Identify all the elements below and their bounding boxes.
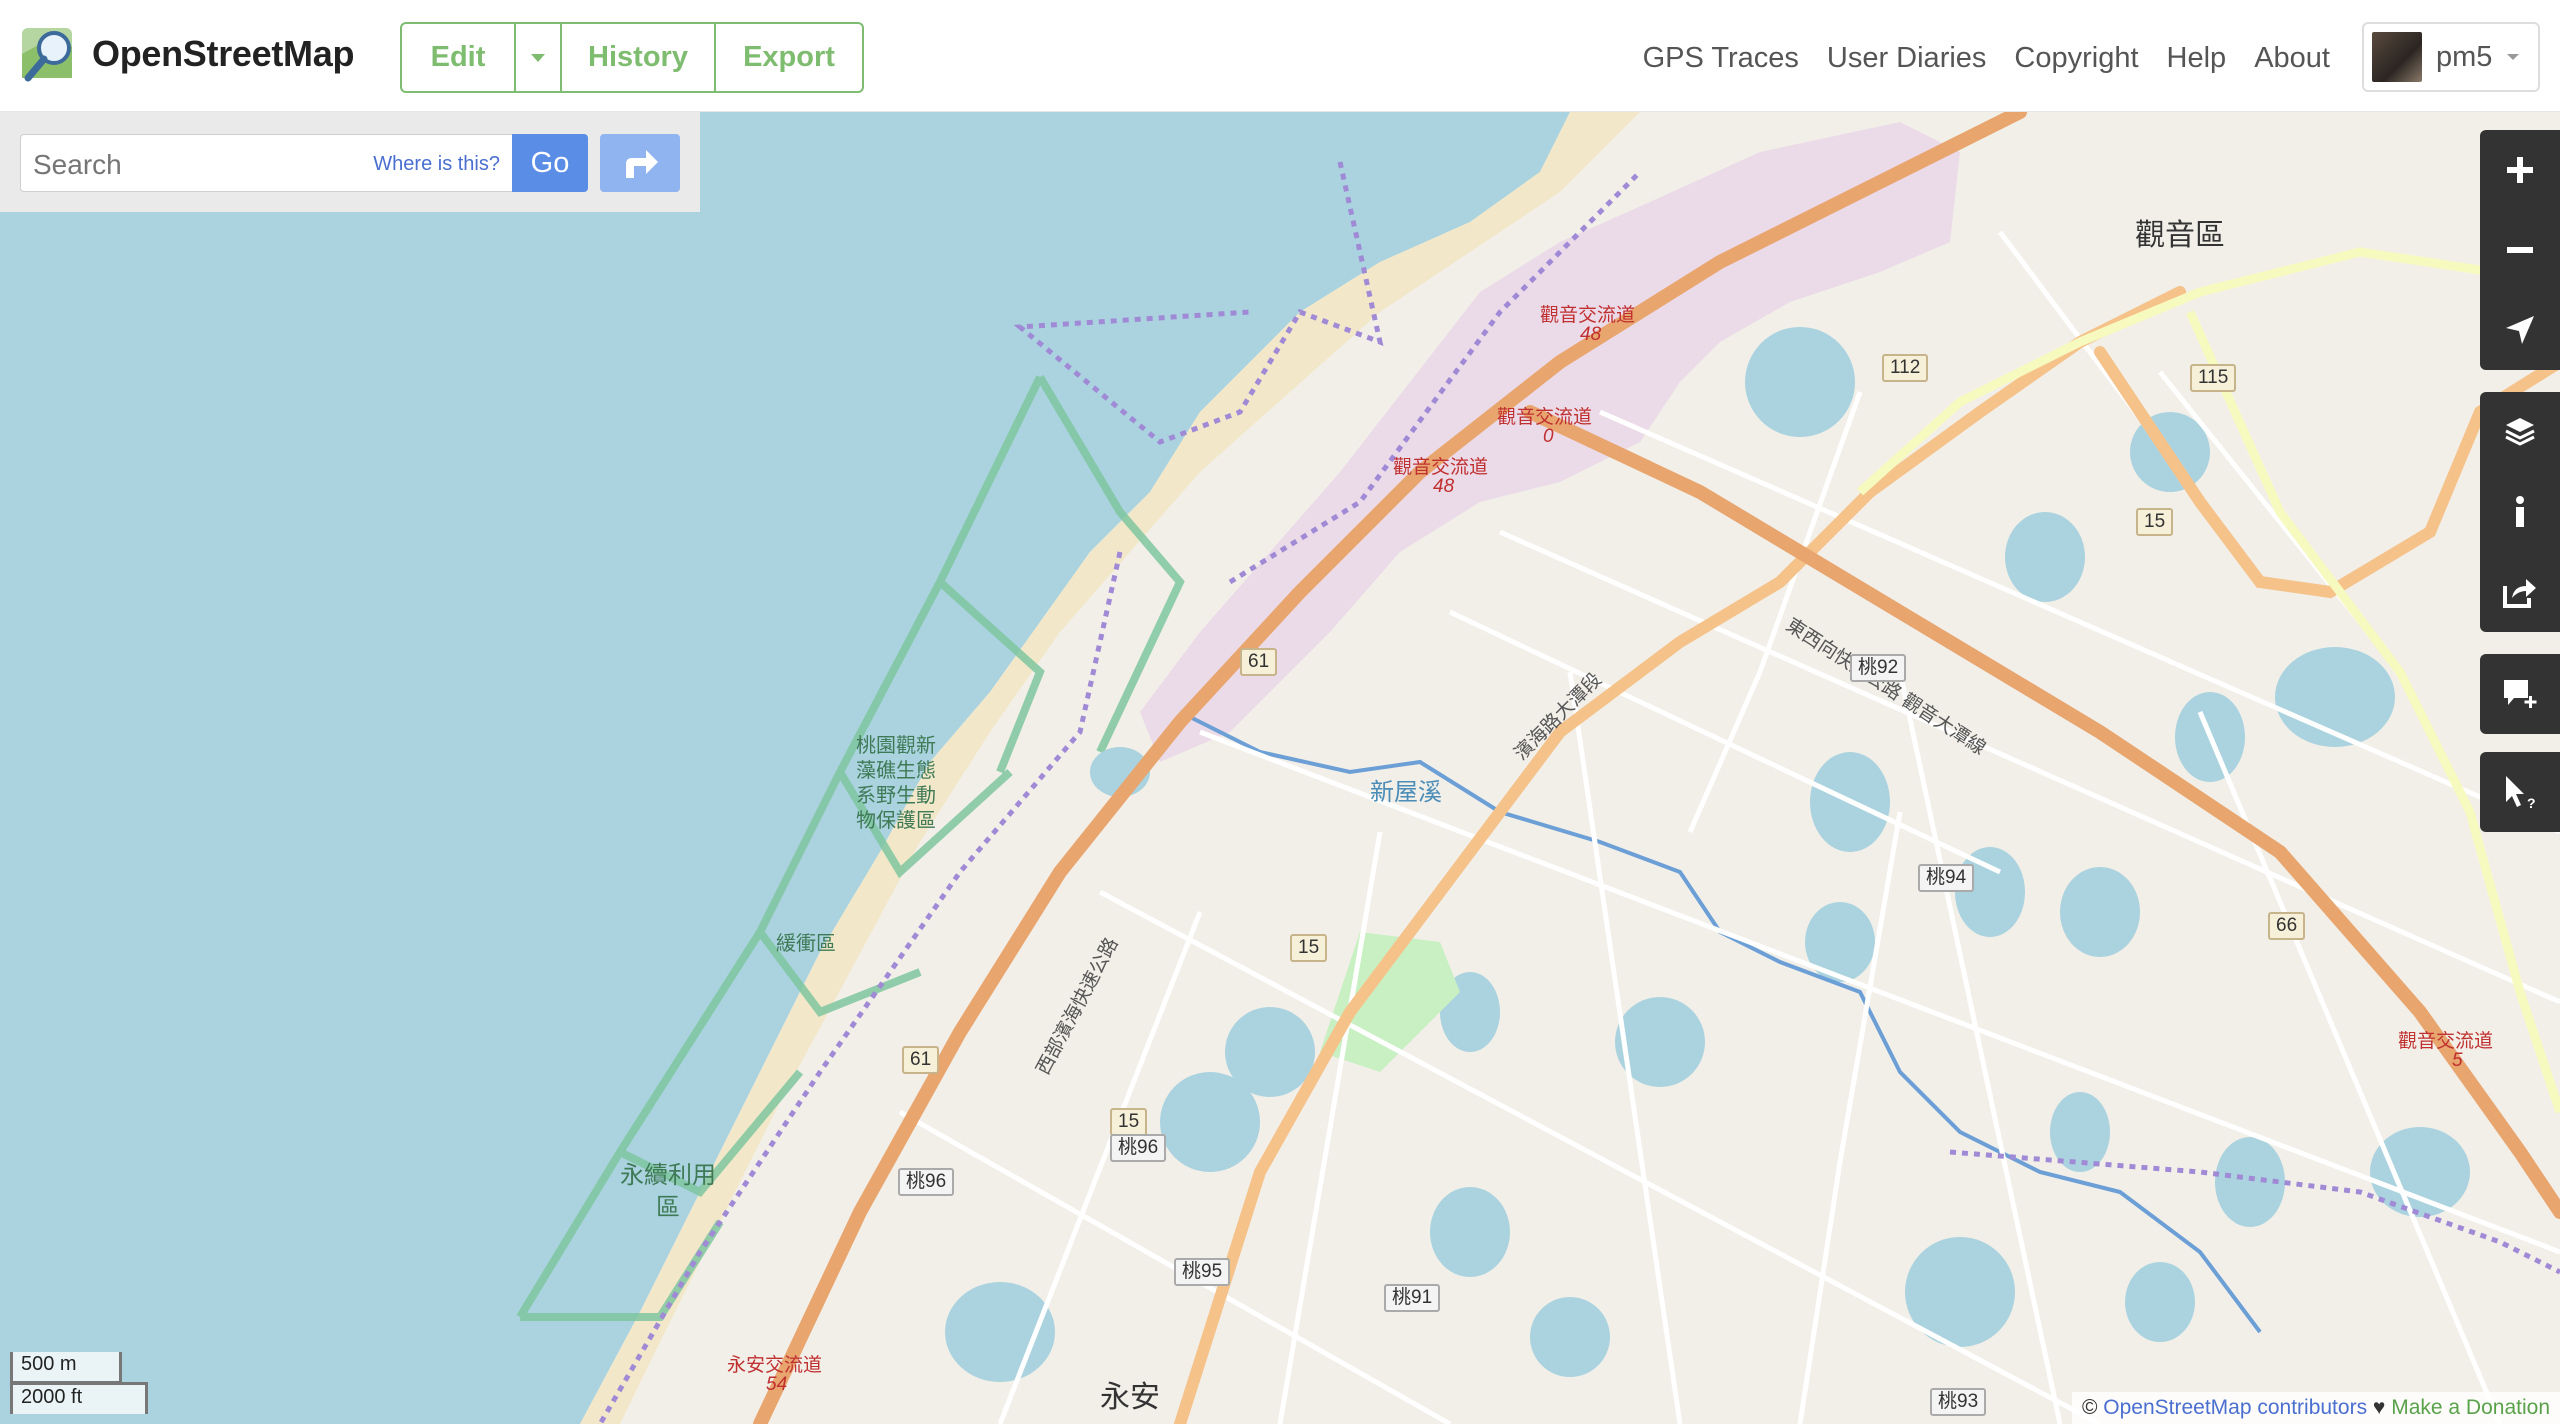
map-label-interchange: 觀音交流道 <box>1540 305 1636 326</box>
reserve-line: 物保護區 <box>856 810 936 832</box>
nav-user-diaries[interactable]: User Diaries <box>1827 42 1987 75</box>
donate-link[interactable]: Make a Donation <box>2391 1396 2550 1419</box>
osm-logo-icon <box>22 28 72 82</box>
map-label-interchange: 永安交流道 <box>727 1355 823 1376</box>
where-is-this-link[interactable]: Where is this? <box>373 153 500 176</box>
add-note-control <box>2480 654 2560 734</box>
directions-button[interactable] <box>600 134 680 192</box>
contributors-link[interactable]: OpenStreetMap contributors <box>2103 1396 2367 1419</box>
heart-icon: ♥ <box>2372 1396 2386 1419</box>
map-label-nature-reserve: 桃園觀新 藻礁生態 系野生動 物保護區 <box>856 734 936 834</box>
map-key-button[interactable] <box>2480 472 2560 552</box>
edit-dropdown-button[interactable] <box>516 24 562 91</box>
route-shield: 桃96 <box>898 1168 955 1196</box>
user-name: pm5 <box>2436 40 2493 73</box>
nav-gps-traces[interactable]: GPS Traces <box>1643 42 1799 75</box>
route-shield: 61 <box>1240 648 1278 676</box>
chevron-down-icon <box>2507 54 2520 60</box>
export-button[interactable]: Export <box>716 24 862 91</box>
chevron-down-icon <box>531 53 545 62</box>
svg-text:?: ? <box>2527 795 2536 810</box>
share-button[interactable] <box>2480 552 2560 632</box>
search-panel: Where is this? Go <box>0 112 700 212</box>
route-shield: 15 <box>2136 508 2174 536</box>
map-label-interchange: 觀音交流道 <box>1393 457 1489 478</box>
query-features-icon: ? <box>2506 776 2536 810</box>
map-label-interchange-number: 54 <box>766 1374 788 1395</box>
route-shield: 桃95 <box>1174 1258 1231 1286</box>
reserve-line: 系野生動 <box>856 785 936 807</box>
map-attribution: © OpenStreetMap contributors ♥ Make a Do… <box>2071 1392 2560 1424</box>
route-shield: 61 <box>902 1046 940 1074</box>
search-box: Where is this? <box>20 134 512 192</box>
map-label-interchange-number: 0 <box>1543 426 1554 447</box>
share-icon <box>2503 579 2536 608</box>
route-shield: 桃96 <box>1110 1134 1167 1162</box>
map-label-interchange: 觀音交流道 <box>1497 407 1593 428</box>
map-label-guanyin-district: 觀音區 <box>2135 219 2225 252</box>
add-note-icon <box>2504 680 2537 708</box>
map-label-sustainable-zone: 永續利用 區 <box>620 1160 716 1224</box>
layers-icon <box>2505 418 2535 446</box>
edit-button[interactable]: Edit <box>402 24 516 91</box>
layers-button[interactable] <box>2480 392 2560 472</box>
directions-icon <box>626 150 658 178</box>
info-icon <box>2516 496 2524 527</box>
map-label-interchange: 觀音交流道 <box>2398 1031 2494 1052</box>
map-label-interchange-number: 48 <box>1433 476 1455 497</box>
reserve-line: 桃園觀新 <box>856 735 936 757</box>
zoom-controls <box>2480 130 2560 370</box>
zoom-in-icon <box>2507 157 2533 183</box>
query-features-button[interactable]: ? <box>2480 752 2560 832</box>
zoom-out-icon <box>2507 247 2533 253</box>
nav-copyright[interactable]: Copyright <box>2014 42 2138 75</box>
reserve-line: 藻礁生態 <box>856 760 936 782</box>
zoom-out-button[interactable] <box>2480 210 2560 290</box>
nav-help[interactable]: Help <box>2167 42 2227 75</box>
route-shield: 桃92 <box>1850 654 1907 682</box>
route-shield: 66 <box>2268 912 2306 940</box>
add-note-button[interactable] <box>2480 654 2560 734</box>
map-label-buffer-zone: 緩衝區 <box>776 933 836 955</box>
map-label-interchange-number: 48 <box>1580 324 1602 345</box>
copyright-symbol: © <box>2081 1396 2098 1419</box>
zone-line: 永續利用 <box>620 1162 716 1189</box>
route-shield: 桃91 <box>1384 1284 1441 1312</box>
secondary-nav: GPS Traces User Diaries Copyright Help A… <box>1643 42 2330 75</box>
route-shield: 115 <box>2190 364 2237 392</box>
map-canvas[interactable]: 觀音區 永安 觀音交流道 48 觀音交流道 0 觀音交流道 48 觀音交流道 5… <box>0 112 2560 1424</box>
go-button[interactable]: Go <box>512 134 588 192</box>
locate-icon <box>2506 316 2534 344</box>
query-control: ? <box>2480 752 2560 832</box>
map-scale: 500 m 2000 ft <box>10 1352 148 1414</box>
map-tool-controls <box>2480 392 2560 632</box>
route-shield: 桃93 <box>1930 1388 1987 1416</box>
zone-line: 區 <box>656 1194 680 1221</box>
scale-metric: 500 m <box>10 1352 122 1384</box>
search-input[interactable] <box>33 149 333 181</box>
map-tiles <box>0 112 2560 1424</box>
nav-about[interactable]: About <box>2254 42 2330 75</box>
map-label-interchange-number: 5 <box>2452 1050 2463 1071</box>
user-menu[interactable]: pm5 <box>2362 22 2540 92</box>
top-header: OpenStreetMap Edit History Export GPS Tr… <box>0 0 2560 112</box>
route-shield: 15 <box>1110 1108 1148 1136</box>
route-shield: 112 <box>1882 354 1929 382</box>
history-button[interactable]: History <box>562 24 716 91</box>
route-shield: 桃94 <box>1918 864 1975 892</box>
app-title: OpenStreetMap <box>92 33 355 74</box>
zoom-in-button[interactable] <box>2480 130 2560 210</box>
avatar <box>2372 32 2422 82</box>
scale-imperial: 2000 ft <box>10 1382 148 1414</box>
route-shield: 15 <box>1290 934 1328 962</box>
logo[interactable]: OpenStreetMap <box>20 24 354 84</box>
locate-button[interactable] <box>2480 290 2560 370</box>
map-label-creek: 新屋溪 <box>1370 779 1442 806</box>
edit-button-group: Edit History Export <box>400 22 864 93</box>
map-label-yongan: 永安 <box>1100 1381 1160 1414</box>
